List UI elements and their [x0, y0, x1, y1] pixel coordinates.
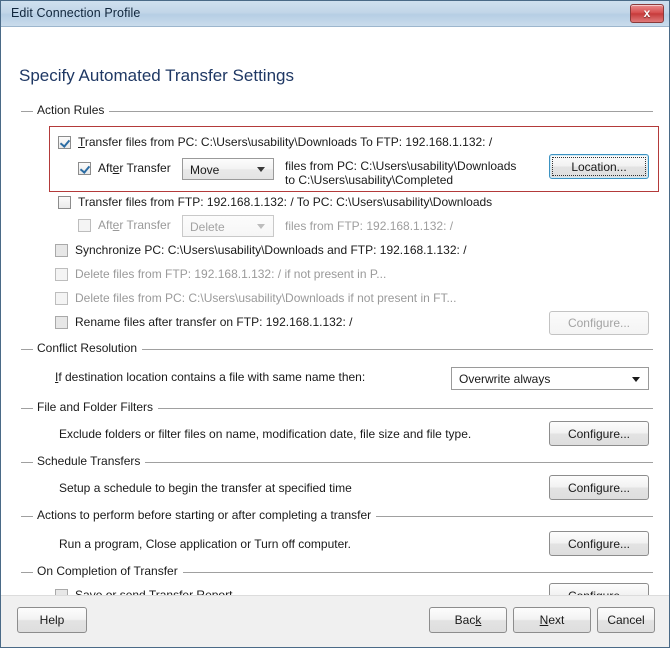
- rule-1-target-line1: files from PC: C:\Users\usability\Downlo…: [285, 159, 517, 173]
- after-transfer-2-label: After Transfer: [98, 218, 171, 232]
- rule-5-checkbox: [55, 292, 68, 305]
- rule-3-row[interactable]: Synchronize PC: C:\Users\usability\Downl…: [55, 243, 467, 257]
- after-transfer-1-action-value: Move: [190, 163, 220, 177]
- dialog-window: Edit Connection Profile x Specify Automa…: [0, 0, 670, 648]
- after-transfer-2-row: After Transfer: [78, 218, 171, 232]
- schedule-configure-label: Configure...: [567, 480, 631, 495]
- focus-ring: [552, 157, 646, 176]
- rule-4-label: Delete files from FTP: 192.168.1.132: / …: [75, 267, 386, 281]
- title-bar: Edit Connection Profile x: [1, 1, 669, 27]
- cancel-button[interactable]: Cancel: [597, 607, 655, 633]
- rule-6-text: Rename files after transfer on FTP: 192.…: [75, 315, 353, 329]
- rule-1-label: Transfer files from PC: C:\Users\usabili…: [78, 135, 493, 149]
- dialog-content: Specify Automated Transfer Settings Acti…: [1, 27, 669, 608]
- rule-2-checkbox[interactable]: [58, 196, 71, 209]
- filters-description: Exclude folders or filter files on name,…: [59, 427, 472, 441]
- next-button[interactable]: Next: [513, 607, 591, 633]
- rule-1-checkbox[interactable]: [58, 136, 71, 149]
- after-transfer-1-row[interactable]: After Transfer: [78, 161, 171, 175]
- after-transfer-1-checkbox[interactable]: [78, 162, 91, 175]
- schedule-description: Setup a schedule to begin the transfer a…: [59, 481, 352, 495]
- group-line: [21, 111, 653, 112]
- chevron-down-icon: [632, 376, 640, 382]
- rule-5-row: Delete files from PC: C:\Users\usability…: [55, 291, 456, 305]
- group-label-schedule-transfers: Schedule Transfers: [33, 454, 146, 468]
- rule-4-row: Delete files from FTP: 192.168.1.132: / …: [55, 267, 386, 281]
- cancel-button-label: Cancel: [607, 613, 645, 627]
- close-icon: x: [643, 6, 651, 20]
- rule-6-label: Rename files after transfer on FTP: 192.…: [75, 315, 352, 329]
- rule-4-text: Delete files from FTP: 192.168.1.132: / …: [75, 267, 387, 281]
- group-conflict-resolution: Conflict Resolution: [21, 341, 653, 358]
- group-label-actions-before-after: Actions to perform before starting or af…: [33, 508, 377, 522]
- rule-3-label: Synchronize PC: C:\Users\usability\Downl…: [75, 243, 467, 257]
- rename-configure-button: Configure...: [549, 311, 649, 335]
- help-button[interactable]: Help: [17, 607, 87, 633]
- rule-2-label: Transfer files from FTP: 192.168.1.132: …: [78, 195, 492, 209]
- schedule-configure-button[interactable]: Configure...: [549, 475, 649, 500]
- group-file-folder-filters: File and Folder Filters: [21, 400, 653, 417]
- filters-configure-label: Configure...: [567, 426, 631, 441]
- after-transfer-1-action-select[interactable]: Move: [182, 158, 274, 180]
- chevron-down-icon: [257, 167, 265, 172]
- group-schedule-transfers: Schedule Transfers: [21, 454, 653, 471]
- actions-configure-button[interactable]: Configure...: [549, 531, 649, 556]
- group-label-file-folder-filters: File and Folder Filters: [33, 400, 159, 414]
- rule-1-target-line2: to C:\Users\usability\Completed: [285, 173, 454, 187]
- footer-bar: Help Back Next Cancel: [1, 595, 669, 647]
- chevron-down-icon: [257, 224, 265, 229]
- window-title: Edit Connection Profile: [11, 6, 141, 20]
- rule-6-checkbox[interactable]: [55, 316, 68, 329]
- group-actions-before-after: Actions to perform before starting or af…: [21, 508, 653, 525]
- help-button-label: Help: [39, 613, 65, 627]
- rename-configure-label: Configure...: [567, 316, 631, 330]
- rule-6-row[interactable]: Rename files after transfer on FTP: 192.…: [55, 315, 352, 329]
- group-label-action-rules: Action Rules: [33, 103, 110, 117]
- after-transfer-1-label: After Transfer: [98, 161, 171, 175]
- rule-1-target-text: files from PC: C:\Users\usability\Downlo…: [285, 159, 516, 187]
- group-on-completion: On Completion of Transfer: [21, 564, 653, 581]
- after-transfer-2-checkbox: [78, 219, 91, 232]
- back-button[interactable]: Back: [429, 607, 507, 633]
- group-label-conflict-resolution: Conflict Resolution: [33, 341, 143, 355]
- group-label-on-completion: On Completion of Transfer: [33, 564, 183, 578]
- next-button-label: Next: [539, 613, 565, 627]
- actions-configure-label: Configure...: [567, 536, 631, 551]
- location-button[interactable]: Location...: [549, 154, 649, 179]
- actions-description: Run a program, Close application or Turn…: [59, 537, 351, 551]
- group-action-rules: Action Rules: [21, 103, 653, 120]
- conflict-resolution-value: Overwrite always: [459, 372, 551, 386]
- conflict-resolution-select[interactable]: Overwrite always: [451, 367, 649, 390]
- rule-5-text: Delete files from PC: C:\Users\usability…: [75, 291, 457, 305]
- filters-configure-button[interactable]: Configure...: [549, 421, 649, 446]
- rule-3-text: Synchronize PC: C:\Users\usability\Downl…: [75, 243, 467, 257]
- page-title: Specify Automated Transfer Settings: [19, 66, 294, 85]
- close-button[interactable]: x: [630, 4, 664, 23]
- rule-4-checkbox: [55, 268, 68, 281]
- rule-3-checkbox[interactable]: [55, 244, 68, 257]
- rule-1-row[interactable]: Transfer files from PC: C:\Users\usabili…: [58, 135, 492, 149]
- rule-2-target-text: files from FTP: 192.168.1.132: /: [285, 219, 454, 233]
- back-button-label: Back: [454, 613, 482, 627]
- after-transfer-2-action-select: Delete: [182, 215, 274, 237]
- conflict-prompt: If destination location contains a file …: [55, 370, 366, 384]
- rule-1-text: ransfer files from PC: C:\Users\usabilit…: [84, 135, 493, 149]
- rule-5-label: Delete files from PC: C:\Users\usability…: [75, 291, 456, 305]
- after-transfer-2-action-value: Delete: [190, 220, 225, 234]
- rule-2-row[interactable]: Transfer files from FTP: 192.168.1.132: …: [58, 195, 492, 209]
- rule-2-text: Transfer files from FTP: 192.168.1.132: …: [78, 195, 493, 209]
